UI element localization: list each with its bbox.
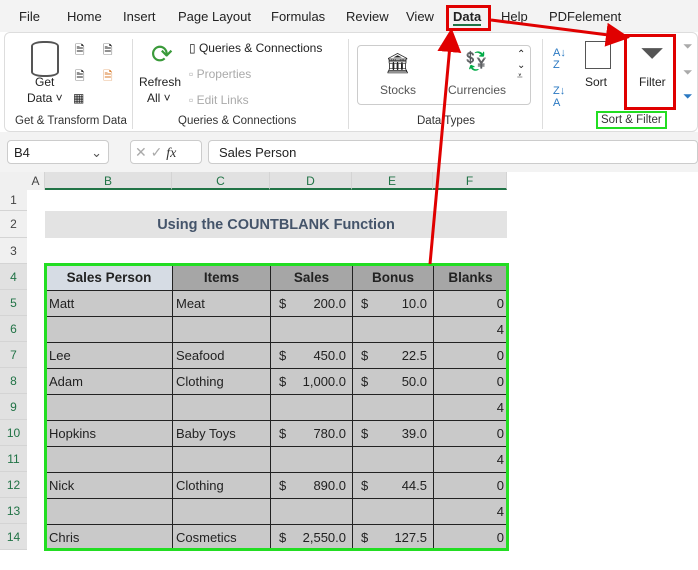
row-header[interactable]: 5 [0,290,27,316]
advanced-filter-icon[interactable]: ⏷ [683,89,693,104]
formula-input[interactable]: Sales Person [208,140,698,164]
properties-button[interactable]: ▫ Properties [189,67,251,81]
from-text-icon[interactable]: 🗎 [75,41,85,62]
row-header[interactable]: 8 [0,368,27,394]
tab-home[interactable]: Home [67,9,102,24]
column-header[interactable]: B [45,172,172,190]
edit-links-button[interactable]: ▫ Edit Links [189,93,249,107]
queries-label: Queries & Connections [198,41,323,55]
tab-page-layout[interactable]: Page Layout [178,9,251,24]
group-label-data-types: Data Types [417,115,475,127]
currencies-button[interactable]: Currencies [448,83,506,97]
refresh-all-button[interactable]: Refresh [139,75,181,89]
clear-filter-icon[interactable]: ⏷ [683,39,693,54]
select-all-corner[interactable] [0,172,27,190]
row-header[interactable]: 13 [0,498,27,524]
tab-pdfelement[interactable]: PDFelement [549,9,621,24]
sort-button[interactable]: Sort [585,75,607,89]
get-data-label: Data ˅ [27,91,63,105]
column-header[interactable]: F [433,172,507,190]
selection-highlight [44,263,509,551]
get-data-button[interactable]: Get [35,75,54,89]
row-header[interactable]: 3 [0,238,27,264]
group-label-sort-filter: Sort & Filter [596,111,667,129]
menu-bar: File Home Insert Page Layout Formulas Re… [0,0,698,32]
enter-icon[interactable]: ✓ [151,144,163,160]
row-header[interactable]: 9 [0,394,27,420]
sort-icon [585,41,611,69]
database-icon [31,41,59,77]
row-header[interactable]: 12 [0,472,27,498]
row-header[interactable]: 2 [0,211,27,238]
recent-sources-icon[interactable]: 🗎 [103,41,113,62]
refresh-icon: ⟳ [151,39,173,69]
column-header[interactable]: C [172,172,270,190]
tab-help[interactable]: Help [501,9,528,24]
edit-links-label: Edit Links [196,93,249,107]
sheet-title[interactable]: Using the COUNTBLANK Function [45,211,507,238]
group-label-get-transform: Get & Transform Data [15,115,127,127]
name-box-value: B4 [14,145,30,160]
filter-highlight [624,34,676,110]
properties-label: Properties [196,67,252,81]
row-header[interactable]: 6 [0,316,27,342]
reapply-filter-icon[interactable]: ⏷ [683,65,693,80]
row-header[interactable]: 1 [0,190,27,211]
column-header[interactable]: A [27,172,45,190]
tab-insert[interactable]: Insert [123,9,156,24]
fx-icon[interactable]: fx [166,146,176,161]
gallery-scroll-icon[interactable]: ⌃ ⌄ ⩡ [517,49,525,82]
refresh-all-label: All ˅ [147,91,171,105]
column-header[interactable]: E [352,172,433,190]
tab-review[interactable]: Review [346,9,389,24]
cancel-icon[interactable]: ✕ [135,144,147,160]
group-label-queries: Queries & Connections [178,115,297,127]
queries-connections-button[interactable]: ▯ Queries & Connections [189,41,322,55]
existing-connections-icon[interactable]: 🗎 [103,67,113,88]
row-header[interactable]: 11 [0,446,27,472]
tab-formulas[interactable]: Formulas [271,9,325,24]
sort-za-icon[interactable]: Z↓ A [553,85,565,109]
currencies-icon: 💱 [465,51,488,71]
formula-bar-area: B4 ⌄ ✕ ✓ fx Sales Person [0,132,698,172]
from-table-icon[interactable]: ▦ [73,91,84,105]
tab-view[interactable]: View [406,9,434,24]
stocks-button[interactable]: Stocks [380,83,416,97]
stocks-icon: 🏛 [385,53,411,75]
sort-az-icon[interactable]: A↓ Z [553,47,566,71]
row-header[interactable]: 4 [0,264,27,290]
tab-file[interactable]: File [19,9,40,24]
from-web-icon[interactable]: 🗎 [75,67,85,88]
chevron-down-icon: ⌄ [91,145,102,160]
formula-buttons: ✕ ✓ fx [130,140,202,164]
name-box[interactable]: B4 ⌄ [7,140,109,164]
ribbon: Get Data ˅ 🗎 🗎 🗎 🗎 ▦ Get & Transform Dat… [4,32,698,132]
row-header[interactable]: 14 [0,524,27,550]
data-tab-highlight [446,5,491,31]
row-header[interactable]: 7 [0,342,27,368]
column-header[interactable]: D [270,172,352,190]
row-header[interactable]: 10 [0,420,27,446]
